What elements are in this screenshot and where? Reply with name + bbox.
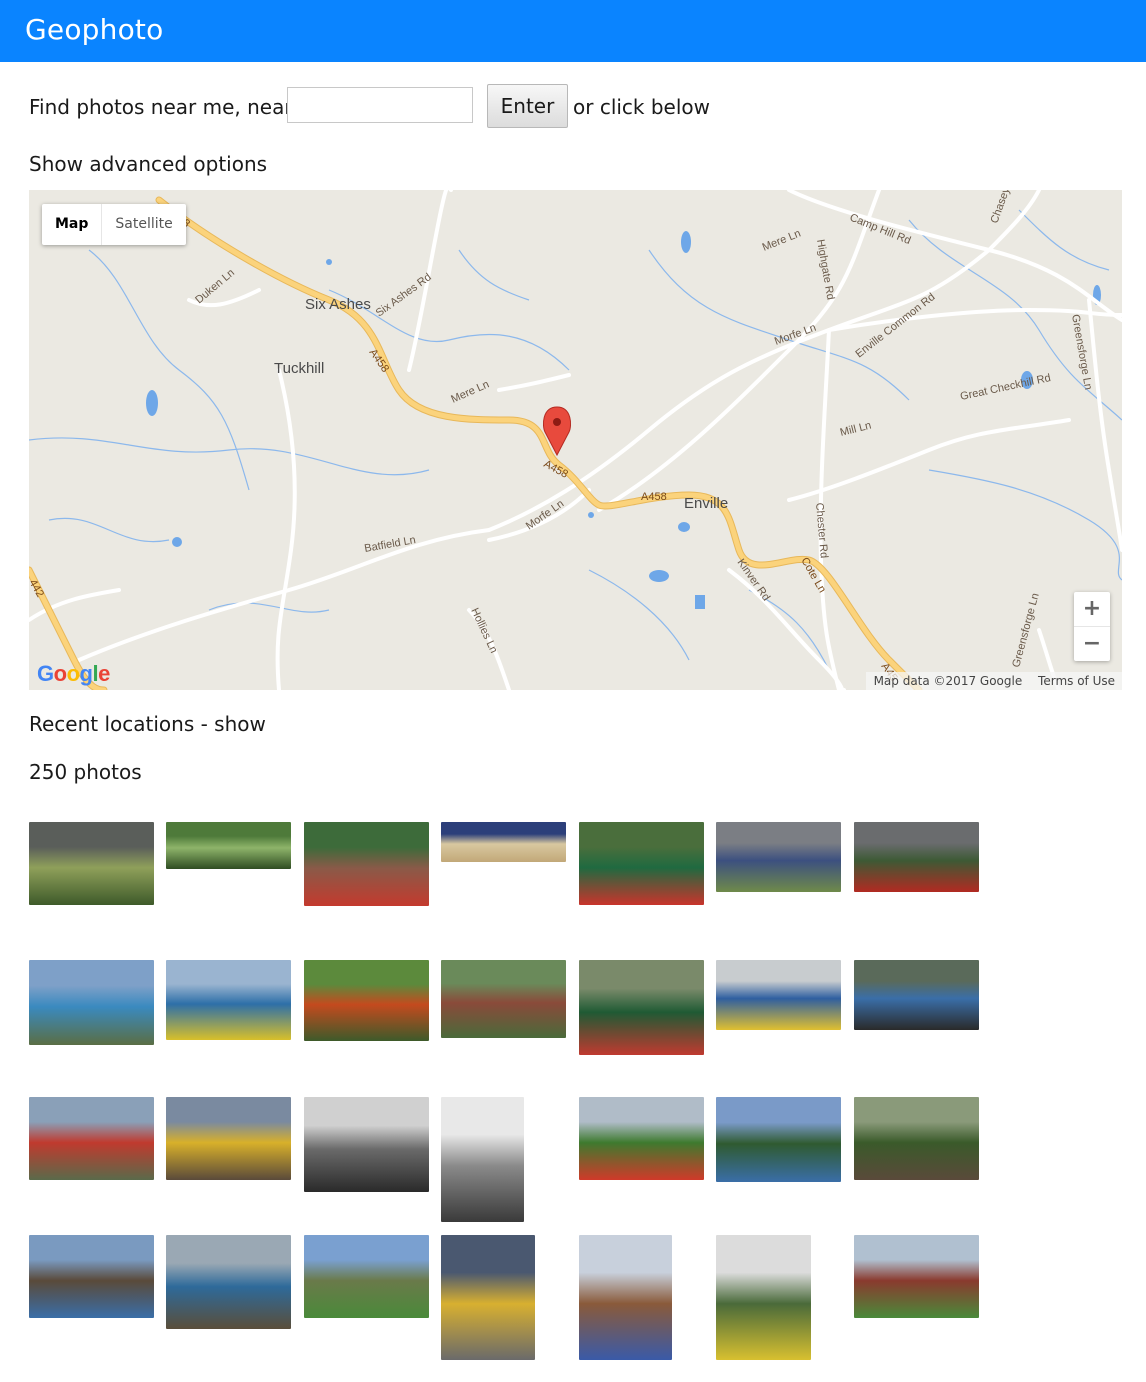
place-label: Tuckhill xyxy=(274,360,324,377)
photo-thumbnail-17[interactable] xyxy=(304,1097,429,1192)
photo-thumbnail-7[interactable] xyxy=(854,822,979,892)
map-canvas[interactable]: A458 A458 A458 Duken Ln Six Ashes Rd Mer… xyxy=(29,190,1122,690)
photo-thumbnail-19[interactable] xyxy=(579,1097,704,1180)
photo-thumbnail-14[interactable] xyxy=(854,960,979,1030)
photo-thumbnail-8[interactable] xyxy=(29,960,154,1045)
map[interactable]: A458 A458 A458 Duken Ln Six Ashes Rd Mer… xyxy=(29,190,1122,690)
photo-thumbnail-18[interactable] xyxy=(441,1097,524,1222)
search-row: Find photos near me, near Enter or click… xyxy=(29,84,1129,128)
photo-thumbnail-2[interactable] xyxy=(166,822,291,869)
zoom-in-button[interactable]: + xyxy=(1074,592,1110,627)
map-attribution: Map data ©2017 Google Terms of Use xyxy=(865,672,1122,690)
photo-thumbnail-4[interactable] xyxy=(441,822,566,862)
enter-button[interactable]: Enter xyxy=(487,84,568,128)
map-type-map-button[interactable]: Map xyxy=(42,204,103,245)
photo-thumbnail-25[interactable] xyxy=(441,1235,535,1360)
zoom-control: + − xyxy=(1074,592,1110,661)
photo-thumbnail-20[interactable] xyxy=(716,1097,841,1182)
map-data-credit: Map data ©2017 Google xyxy=(873,674,1023,688)
terms-of-use-link[interactable]: Terms of Use xyxy=(1038,674,1115,688)
photo-thumbnail-16[interactable] xyxy=(166,1097,291,1180)
photo-thumbnail-22[interactable] xyxy=(29,1235,154,1318)
photo-thumbnail-13[interactable] xyxy=(716,960,841,1030)
photo-thumbnail-27[interactable] xyxy=(716,1235,811,1360)
search-suffix: or click below xyxy=(573,95,711,119)
advanced-options-link[interactable]: Show advanced options xyxy=(29,152,267,176)
brand-title[interactable]: Geophoto xyxy=(25,13,163,46)
google-logo: Google xyxy=(37,661,110,686)
map-type-control: Map Satellite xyxy=(42,204,186,245)
place-label: Enville xyxy=(684,495,728,512)
photo-thumbnail-21[interactable] xyxy=(854,1097,979,1180)
photo-thumbnail-15[interactable] xyxy=(29,1097,154,1180)
photo-thumbnail-5[interactable] xyxy=(579,822,704,905)
photo-thumbnail-26[interactable] xyxy=(579,1235,672,1360)
place-label: Six Ashes xyxy=(305,296,371,313)
photo-thumbnail-1[interactable] xyxy=(29,822,154,905)
photo-thumbnail-9[interactable] xyxy=(166,960,291,1040)
zoom-out-button[interactable]: − xyxy=(1074,627,1110,661)
photo-thumbnail-3[interactable] xyxy=(304,822,429,906)
photo-thumbnail-28[interactable] xyxy=(854,1235,979,1318)
photo-thumbnail-10[interactable] xyxy=(304,960,429,1041)
top-bar: Geophoto xyxy=(0,0,1146,62)
search-label: Find photos near me, near xyxy=(29,95,293,119)
photo-thumbnail-11[interactable] xyxy=(441,960,566,1038)
photo-thumbnail-12[interactable] xyxy=(579,960,704,1055)
road-label: A458 xyxy=(641,491,667,503)
photo-thumbnail-24[interactable] xyxy=(304,1235,429,1318)
photo-thumbnail-23[interactable] xyxy=(166,1235,291,1329)
recent-locations-link[interactable]: Recent locations - show xyxy=(29,712,266,736)
location-input[interactable] xyxy=(287,87,473,123)
photo-thumbnail-6[interactable] xyxy=(716,822,841,892)
map-type-satellite-button[interactable]: Satellite xyxy=(102,204,185,245)
photo-count: 250 photos xyxy=(29,760,142,784)
